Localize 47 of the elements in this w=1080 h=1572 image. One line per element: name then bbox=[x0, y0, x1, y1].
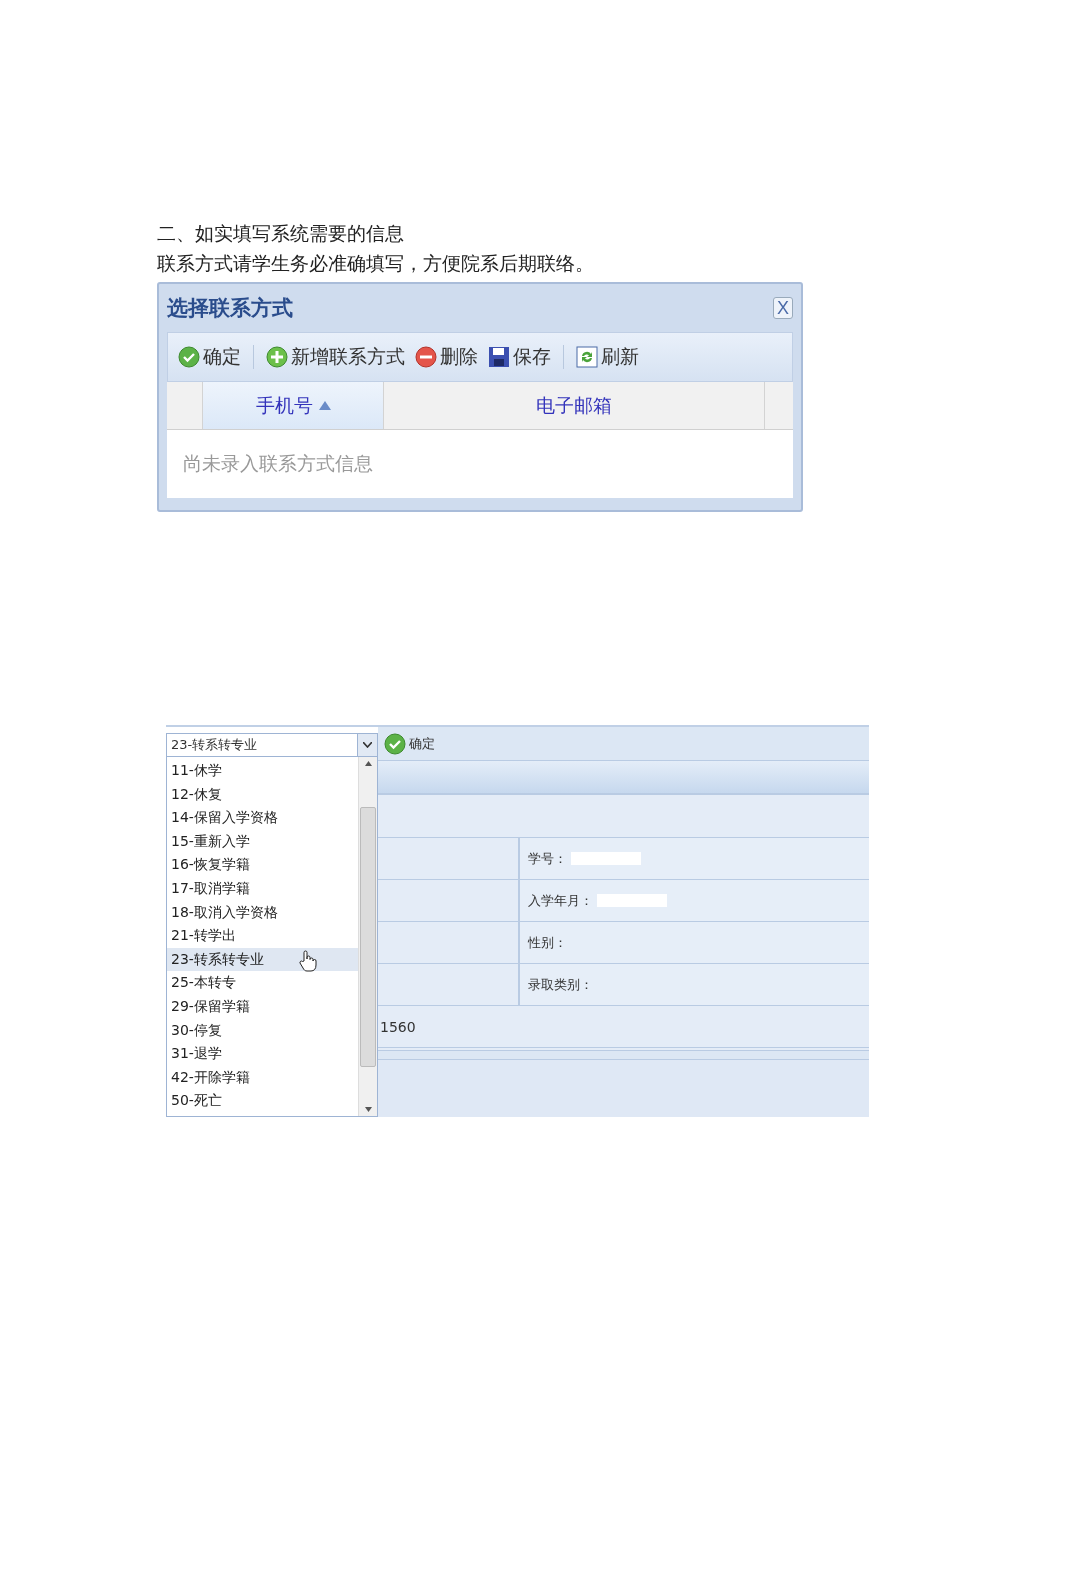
check-icon bbox=[384, 732, 406, 755]
column-header[interactable]: 电子邮箱 bbox=[384, 382, 765, 429]
dropdown-option[interactable]: 31-退学 bbox=[167, 1042, 358, 1066]
scrollbar[interactable] bbox=[358, 757, 377, 1116]
close-button[interactable]: X bbox=[773, 297, 793, 319]
check-icon bbox=[178, 346, 200, 368]
dropdown-option[interactable]: 29-保留学籍 bbox=[167, 994, 358, 1019]
dropdown-option[interactable]: 17-取消学籍 bbox=[167, 876, 358, 901]
dialog-title: 选择联系方式 bbox=[167, 295, 293, 322]
dropdown-option[interactable]: 12-休复 bbox=[167, 782, 358, 807]
field-label: 入学年月： bbox=[528, 891, 593, 910]
refresh-icon bbox=[576, 346, 598, 368]
dropdown-option[interactable]: 23-转系转专业 bbox=[167, 947, 358, 972]
dropdown-caret-icon bbox=[363, 742, 372, 748]
dropdown-option[interactable]: 21-转学出 bbox=[167, 924, 358, 948]
confirm-button[interactable]: 确定 bbox=[384, 732, 435, 755]
dropdown-option[interactable]: 14-保留入学资格 bbox=[167, 806, 358, 830]
dropdown-option[interactable]: 15-重新入学 bbox=[167, 829, 358, 854]
section-heading: 二、如实填写系统需要的信息 bbox=[157, 221, 405, 246]
dropdown-option[interactable]: 16-恢复学籍 bbox=[167, 853, 358, 877]
toolbar-button[interactable]: 确定 bbox=[176, 342, 243, 372]
dropdown-option[interactable]: 42-开除学籍 bbox=[167, 1065, 358, 1090]
instruction-text: 联系方式请学生务必准确填写，方便院系后期联络。 bbox=[157, 251, 595, 276]
minus-icon bbox=[415, 346, 437, 368]
scroll-down-arrow-icon[interactable] bbox=[364, 1107, 372, 1112]
hand-cursor-icon bbox=[299, 949, 317, 972]
sort-arrow-icon bbox=[318, 401, 331, 410]
field-label: 录取类别： bbox=[528, 975, 593, 994]
dropdown-option[interactable]: 50-死亡 bbox=[167, 1089, 358, 1113]
toolbar-button[interactable]: 保存 bbox=[486, 342, 553, 372]
status-combo-box[interactable]: 23-转系转专业 bbox=[166, 733, 378, 757]
toolbar-button[interactable]: 新增联系方式 bbox=[264, 342, 407, 372]
redacted-value bbox=[571, 852, 641, 865]
dropdown-option[interactable]: 18-取消入学资格 bbox=[167, 900, 358, 925]
dropdown-option[interactable]: 25-本转专 bbox=[167, 971, 358, 995]
scroll-up-arrow-icon[interactable] bbox=[364, 761, 372, 766]
dropdown-option[interactable]: 11-休学 bbox=[167, 759, 358, 783]
redacted-value bbox=[597, 894, 667, 907]
toolbar-button[interactable]: 刷新 bbox=[574, 342, 641, 372]
number-value: 1560 bbox=[380, 1018, 416, 1035]
empty-message: 尚未录入联系方式信息 bbox=[183, 451, 373, 476]
dropdown-option[interactable]: 30-停复 bbox=[167, 1018, 358, 1043]
field-label: 学号： bbox=[528, 849, 567, 868]
toolbar-button[interactable]: 删除 bbox=[413, 342, 480, 372]
field-label: 性别： bbox=[528, 933, 567, 952]
column-header[interactable]: 手机号 bbox=[203, 382, 384, 429]
plus-icon bbox=[266, 346, 288, 368]
